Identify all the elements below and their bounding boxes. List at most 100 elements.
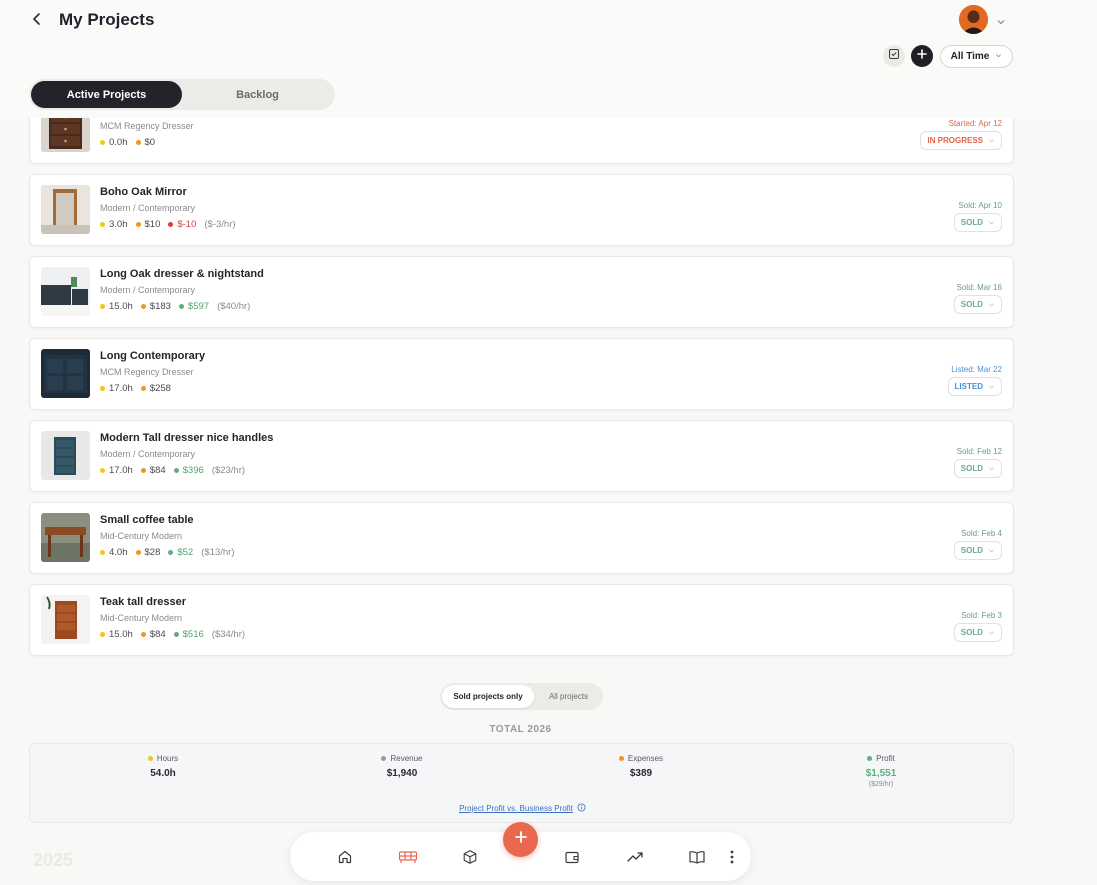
avatar[interactable] [959,5,988,34]
project-hours: 4.0h [109,547,128,558]
project-style: Mid-Century Modern [100,613,183,623]
project-style: MCM Regency Dresser [100,121,194,131]
project-profit: $-10 [177,219,197,230]
chevron-down-icon [989,467,994,471]
project-card[interactable]: Long Oak dresser & nightstand Modern / C… [29,256,1014,328]
project-stats: 3.0h $10 $-10 ($-3/hr) [100,219,236,230]
expenses-dot-icon [140,468,146,473]
profit-dot-icon [178,304,184,309]
expenses-dot-icon [140,304,146,309]
project-stats: 15.0h $84 $516 ($34/hr) [100,629,245,640]
project-thumbnail [41,185,90,234]
status-dropdown[interactable]: IN PROGRESS [920,131,1002,150]
expenses-dot-icon [140,632,146,637]
summary-hours: Hours 54.0h [103,754,223,779]
project-style: Modern / Contemporary [100,203,196,213]
project-name: Modern Tall dresser nice handles [100,432,274,444]
box-icon[interactable] [459,846,481,868]
chevron-down-icon [995,51,1002,62]
add-project-button[interactable] [911,45,933,67]
project-tabs: Active Projects Backlog [29,79,335,110]
project-expenses: $84 [149,465,166,476]
status-dropdown[interactable]: SOLD [953,213,1002,232]
status-dropdown[interactable]: SOLD [953,295,1002,314]
wallet-icon[interactable] [561,846,583,868]
project-expenses: $0 [144,137,156,148]
sold-filter-toggle: Sold projects only All projects [440,683,603,710]
hours-dot-icon [100,304,105,309]
project-hours: 3.0h [109,219,128,230]
add-fab-button[interactable] [503,822,538,857]
summary-profit-label: Profit [876,754,895,763]
hours-dot-icon [147,756,153,761]
project-card[interactable]: Boho Oak Mirror Modern / Contemporary 3.… [29,174,1014,246]
project-name: Long Contemporary [100,350,206,362]
project-rate: ($34/hr) [211,629,246,640]
project-card[interactable]: Teak tall dresser Mid-Century Modern 15.… [29,584,1014,656]
chevron-down-icon[interactable] [996,14,1006,25]
project-thumbnail [41,431,90,480]
summary-profit-rate: ($29/hr) [868,781,894,788]
trend-icon[interactable] [624,846,646,868]
project-date: Sold: Apr 10 [958,201,1002,210]
summary-expenses-value: $389 [629,768,653,779]
project-thumbnail [41,118,90,152]
profit-dot-icon [173,468,179,473]
project-stats: 17.0h $258 [100,383,171,394]
project-card[interactable]: Long Contemporary MCM Regency Dresser 17… [29,338,1014,410]
project-card[interactable]: MCM Regency Dresser 0.0h $0 Started: Apr… [29,118,1014,164]
profit-dot-icon [867,756,873,761]
project-stats: 17.0h $84 $396 ($23/hr) [100,465,245,476]
project-name: Teak tall dresser [100,596,187,608]
home-icon[interactable] [334,846,356,868]
book-icon[interactable] [686,846,708,868]
profit-dot-icon [173,632,179,637]
summary-title: TOTAL 2026 [489,724,552,735]
status-badge: SOLD [960,300,983,309]
hours-dot-icon [100,222,105,227]
page-title: My Projects [59,10,155,29]
tab-backlog[interactable]: Backlog [182,81,333,108]
project-name: Small coffee table [100,514,194,526]
project-date: Sold: Feb 12 [956,447,1002,456]
profit-info-link[interactable]: Project Profit vs. Business Profit [30,803,1015,814]
furniture-icon[interactable] [397,846,419,868]
project-hours: 17.0h [109,465,133,476]
project-name: Long Oak dresser & nightstand [100,268,264,280]
status-dropdown[interactable]: LISTED [947,377,1002,396]
time-filter-select[interactable]: All Time [940,45,1013,68]
toggle-all-projects[interactable]: All projects [536,685,601,708]
profit-dot-icon [168,222,174,227]
summary-hours-value: 54.0h [150,768,176,779]
plus-icon [514,830,528,849]
tab-active-projects[interactable]: Active Projects [31,81,182,108]
project-style: Mid-Century Modern [100,531,183,541]
status-badge: SOLD [960,218,983,227]
summary-panel: Hours 54.0h Revenue $1,940 Expenses $389… [29,743,1014,823]
project-stats: 4.0h $28 $52 ($13/hr) [100,547,234,558]
status-badge: SOLD [960,546,983,555]
project-hours: 15.0h [109,301,133,312]
expenses-dot-icon [135,550,141,555]
status-dropdown[interactable]: SOLD [953,459,1002,478]
chevron-down-icon [989,139,994,143]
project-expenses: $183 [149,301,171,312]
more-icon[interactable] [721,846,743,868]
project-profit: $597 [187,301,210,312]
year-heading: 2025 [33,850,74,870]
hours-dot-icon [100,140,105,145]
chevron-down-icon [989,303,994,307]
back-icon[interactable] [28,10,46,28]
status-dropdown[interactable]: SOLD [953,541,1002,560]
chevron-down-icon [989,385,994,389]
project-thumbnail [41,349,90,398]
project-card[interactable]: Modern Tall dresser nice handles Modern … [29,420,1014,492]
status-dropdown[interactable]: SOLD [953,623,1002,642]
toggle-sold-only[interactable]: Sold projects only [442,685,534,708]
project-card[interactable]: Small coffee table Mid-Century Modern 4.… [29,502,1014,574]
project-stats: 15.0h $183 $597 ($40/hr) [100,301,250,312]
checklist-button[interactable] [883,45,905,67]
summary-revenue-label: Revenue [390,754,423,763]
status-badge: SOLD [960,628,983,637]
project-hours: 0.0h [109,137,128,148]
